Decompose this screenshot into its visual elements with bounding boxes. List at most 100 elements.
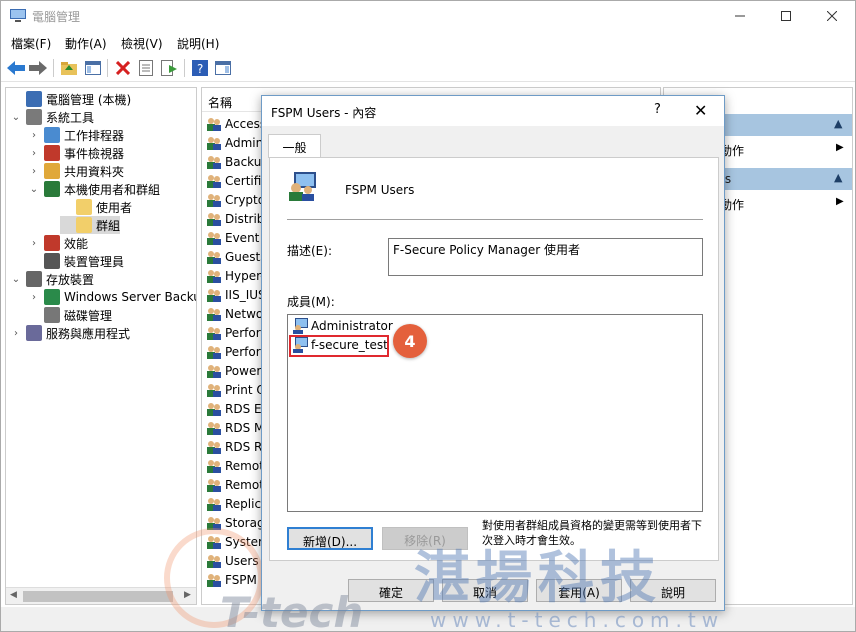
expand-chevron-icon[interactable]: › <box>28 238 40 249</box>
group-list-item[interactable]: Admini <box>206 133 267 152</box>
close-button[interactable] <box>809 1 855 31</box>
group-list-item[interactable]: Certific <box>206 171 268 190</box>
close-icon <box>827 11 837 21</box>
group-list-item[interactable]: Remot <box>206 475 264 494</box>
expand-chevron-icon[interactable]: › <box>28 148 40 159</box>
expand-chevron-icon[interactable]: › <box>28 292 40 303</box>
group-icon <box>207 155 221 169</box>
dialog-close-button[interactable]: ✕ <box>694 101 707 120</box>
tree-item[interactable]: › 效能 <box>28 234 88 252</box>
group-list-item[interactable]: RDS En <box>206 399 269 418</box>
group-icon <box>207 364 221 378</box>
group-list-item[interactable]: Crypto <box>206 190 265 209</box>
group-icon <box>207 174 221 188</box>
show-action-pane-button[interactable] <box>213 58 233 78</box>
scroll-thumb[interactable] <box>23 591 173 602</box>
back-button[interactable] <box>6 58 26 78</box>
scroll-left-icon[interactable]: ◀ <box>10 590 17 600</box>
expand-chevron-icon[interactable]: ⌄ <box>10 274 22 285</box>
group-icon <box>207 459 221 473</box>
group-list-item[interactable]: Print O <box>206 380 266 399</box>
tree-item[interactable]: › Windows Server Backu <box>28 288 196 306</box>
tree-item[interactable]: ⌄ 系統工具 <box>10 108 94 126</box>
group-name-label: Hyper- <box>225 268 265 283</box>
computer-icon <box>26 91 42 107</box>
tree-item[interactable]: 使用者 <box>60 198 132 216</box>
group-list-item[interactable]: Perforn <box>206 323 268 342</box>
tree-item[interactable]: › 服務與應用程式 <box>10 324 130 342</box>
dialog-help-button[interactable]: ? <box>654 102 661 117</box>
clock-icon <box>44 127 60 143</box>
group-list-item[interactable]: Guests <box>206 247 267 266</box>
menu-action[interactable]: 動作(A) <box>65 35 107 52</box>
member-item[interactable]: Administrator <box>292 317 393 335</box>
watermark-url: www.t-tech.com.tw <box>430 608 725 632</box>
expand-chevron-icon[interactable]: ⌄ <box>28 184 40 195</box>
delete-x-icon <box>116 61 130 75</box>
maximize-button[interactable] <box>763 1 809 31</box>
help-button[interactable]: ? <box>190 58 210 78</box>
show-hide-tree-button[interactable] <box>83 58 103 78</box>
group-list-item[interactable]: Replica <box>206 494 268 513</box>
tree-item[interactable]: 裝置管理員 <box>28 252 124 270</box>
expand-chevron-icon[interactable]: › <box>28 166 40 177</box>
add-member-button[interactable]: 新增(D)... <box>287 527 373 550</box>
minimize-button[interactable] <box>717 1 763 31</box>
menu-file[interactable]: 檔案(F) <box>11 35 51 52</box>
description-field[interactable]: F-Secure Policy Manager 使用者 <box>388 238 703 276</box>
members-list[interactable]: Administrator f-secure_test <box>287 314 703 512</box>
group-list-item[interactable]: Access <box>206 114 266 133</box>
group-list-item[interactable]: Backup <box>206 152 269 171</box>
services-icon <box>26 325 42 341</box>
tree-item[interactable]: › 工作排程器 <box>28 126 124 144</box>
tab-general[interactable]: 一般 <box>268 134 321 158</box>
export-icon <box>161 60 177 76</box>
column-header-label: 名稱 <box>208 96 233 110</box>
collapse-arrow-icon[interactable]: ▲ <box>834 117 842 130</box>
group-name-label: RDS M <box>225 420 265 435</box>
tree-item-label: 共用資料夾 <box>64 164 125 179</box>
backup-icon <box>44 289 60 305</box>
expand-chevron-icon[interactable]: › <box>10 328 22 339</box>
menu-view[interactable]: 檢視(V) <box>121 35 163 52</box>
tree-item-label: 使用者 <box>96 200 133 215</box>
group-list-item[interactable]: Remot <box>206 456 264 475</box>
expand-chevron-icon[interactable]: ⌄ <box>10 112 22 123</box>
dialog-title-bar: FSPM Users - 內容 ? ✕ <box>262 96 724 126</box>
step-badge: 4 <box>393 324 427 358</box>
export-list-button[interactable] <box>159 58 179 78</box>
group-list-item[interactable]: RDS M <box>206 418 264 437</box>
group-name-label: Storag <box>225 515 265 530</box>
group-list-item[interactable]: Hyper- <box>206 266 265 285</box>
group-name-label: Remot <box>225 477 264 492</box>
group-icon <box>207 288 221 302</box>
group-list-item[interactable]: Perforn <box>206 342 268 361</box>
general-tab-panel: FSPM Users 描述(E): F-Secure Policy Manage… <box>269 157 719 561</box>
tree-item[interactable]: ⌄ 存放裝置 <box>10 270 94 288</box>
group-list-item[interactable]: Netwo <box>206 304 263 323</box>
console-tree-icon <box>85 61 101 75</box>
group-name-label: Netwo <box>225 306 264 321</box>
menu-help[interactable]: 說明(H) <box>177 35 219 52</box>
tree-item[interactable]: 群組 <box>60 216 121 234</box>
collapse-arrow-icon[interactable]: ▲ <box>834 171 842 184</box>
tree-item[interactable]: › 事件檢視器 <box>28 144 124 162</box>
group-list-item[interactable]: Power <box>206 361 261 380</box>
forward-button[interactable] <box>28 58 48 78</box>
tree-item[interactable]: 磁碟管理 <box>28 306 112 324</box>
submenu-arrow-icon: ▶ <box>836 142 844 153</box>
up-level-button[interactable] <box>59 58 79 78</box>
properties-button[interactable] <box>136 58 156 78</box>
group-icon <box>207 117 221 131</box>
tree-item-label: 工作排程器 <box>64 128 125 143</box>
expand-chevron-icon[interactable]: › <box>28 130 40 141</box>
tree-item[interactable]: › 共用資料夾 <box>28 162 124 180</box>
maximize-icon <box>781 11 791 21</box>
tree-item[interactable]: ⌄ 本機使用者和群組 <box>28 180 160 198</box>
tree-item[interactable]: 電腦管理 (本機) <box>10 90 131 108</box>
group-list-item[interactable]: IIS_IUSI <box>206 285 269 304</box>
group-icon <box>207 383 221 397</box>
group-list-item[interactable]: RDS Re <box>206 437 269 456</box>
separator <box>287 219 703 220</box>
delete-button[interactable] <box>113 58 133 78</box>
